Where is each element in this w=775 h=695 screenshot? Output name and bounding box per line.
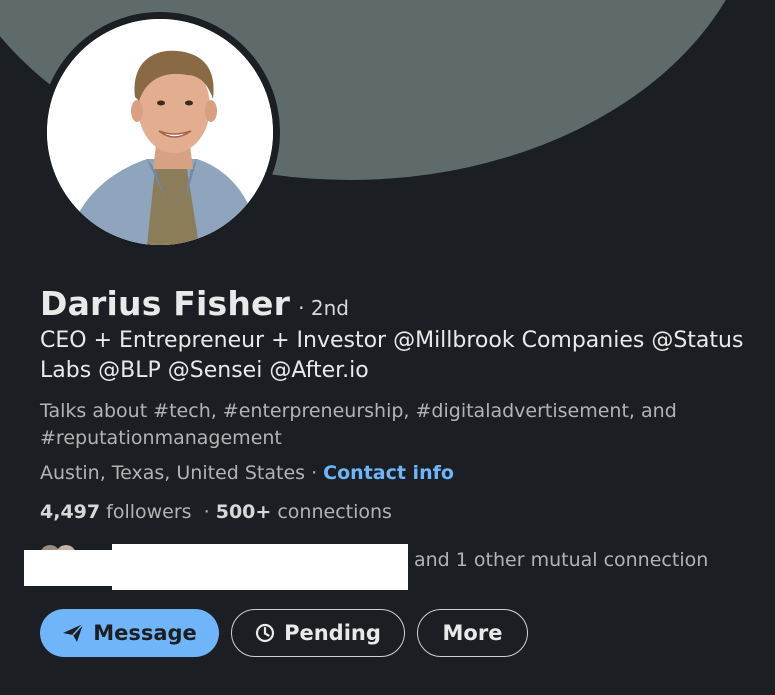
connection-degree: · 2nd: [298, 296, 349, 320]
profile-photo-image: [47, 19, 273, 245]
talks-about: Talks about #tech, #enterpreneurship, #d…: [40, 400, 677, 449]
redacted-names: [112, 544, 408, 590]
message-button[interactable]: Message: [40, 609, 219, 657]
location-text: Austin, Texas, United States: [40, 462, 306, 484]
more-button[interactable]: More: [417, 609, 528, 657]
pending-button-label: Pending: [284, 621, 381, 645]
profile-card: Darius Fisher · 2nd CEO + Entrepreneur +…: [0, 0, 775, 695]
location-row: Austin, Texas, United States · Contact i…: [40, 462, 454, 484]
stats-separator: ·: [197, 501, 216, 523]
connections-count: 500+: [215, 501, 272, 523]
connections-label: connections: [271, 501, 392, 523]
clock-icon: [255, 623, 275, 643]
profile-actions: Message Pending More: [40, 609, 528, 657]
mutual-connections[interactable]: and 1 other mutual connection: [24, 540, 764, 592]
send-icon: [63, 623, 84, 642]
profile-headline: CEO + Entrepreneur + Investor @Millbrook…: [40, 328, 744, 383]
person-photo-illustration: [47, 19, 273, 245]
connections-link[interactable]: 500+ connections: [216, 501, 392, 523]
more-button-label: More: [442, 621, 503, 645]
profile-photo[interactable]: [40, 12, 280, 252]
stats-row: 4,497 followers · 500+ connections: [40, 501, 392, 523]
location-separator: ·: [305, 462, 324, 484]
followers-label: followers: [100, 501, 192, 523]
pending-button[interactable]: Pending: [231, 609, 405, 657]
followers-link[interactable]: 4,497 followers: [40, 501, 192, 523]
message-button-label: Message: [93, 621, 197, 645]
contact-info-link[interactable]: Contact info: [323, 462, 454, 484]
mutual-connection-text: and 1 other mutual connection: [414, 549, 709, 571]
redacted-avatar: [24, 550, 114, 586]
followers-count: 4,497: [40, 501, 101, 523]
profile-name: Darius Fisher: [40, 284, 291, 323]
name-row: Darius Fisher · 2nd: [40, 284, 349, 323]
